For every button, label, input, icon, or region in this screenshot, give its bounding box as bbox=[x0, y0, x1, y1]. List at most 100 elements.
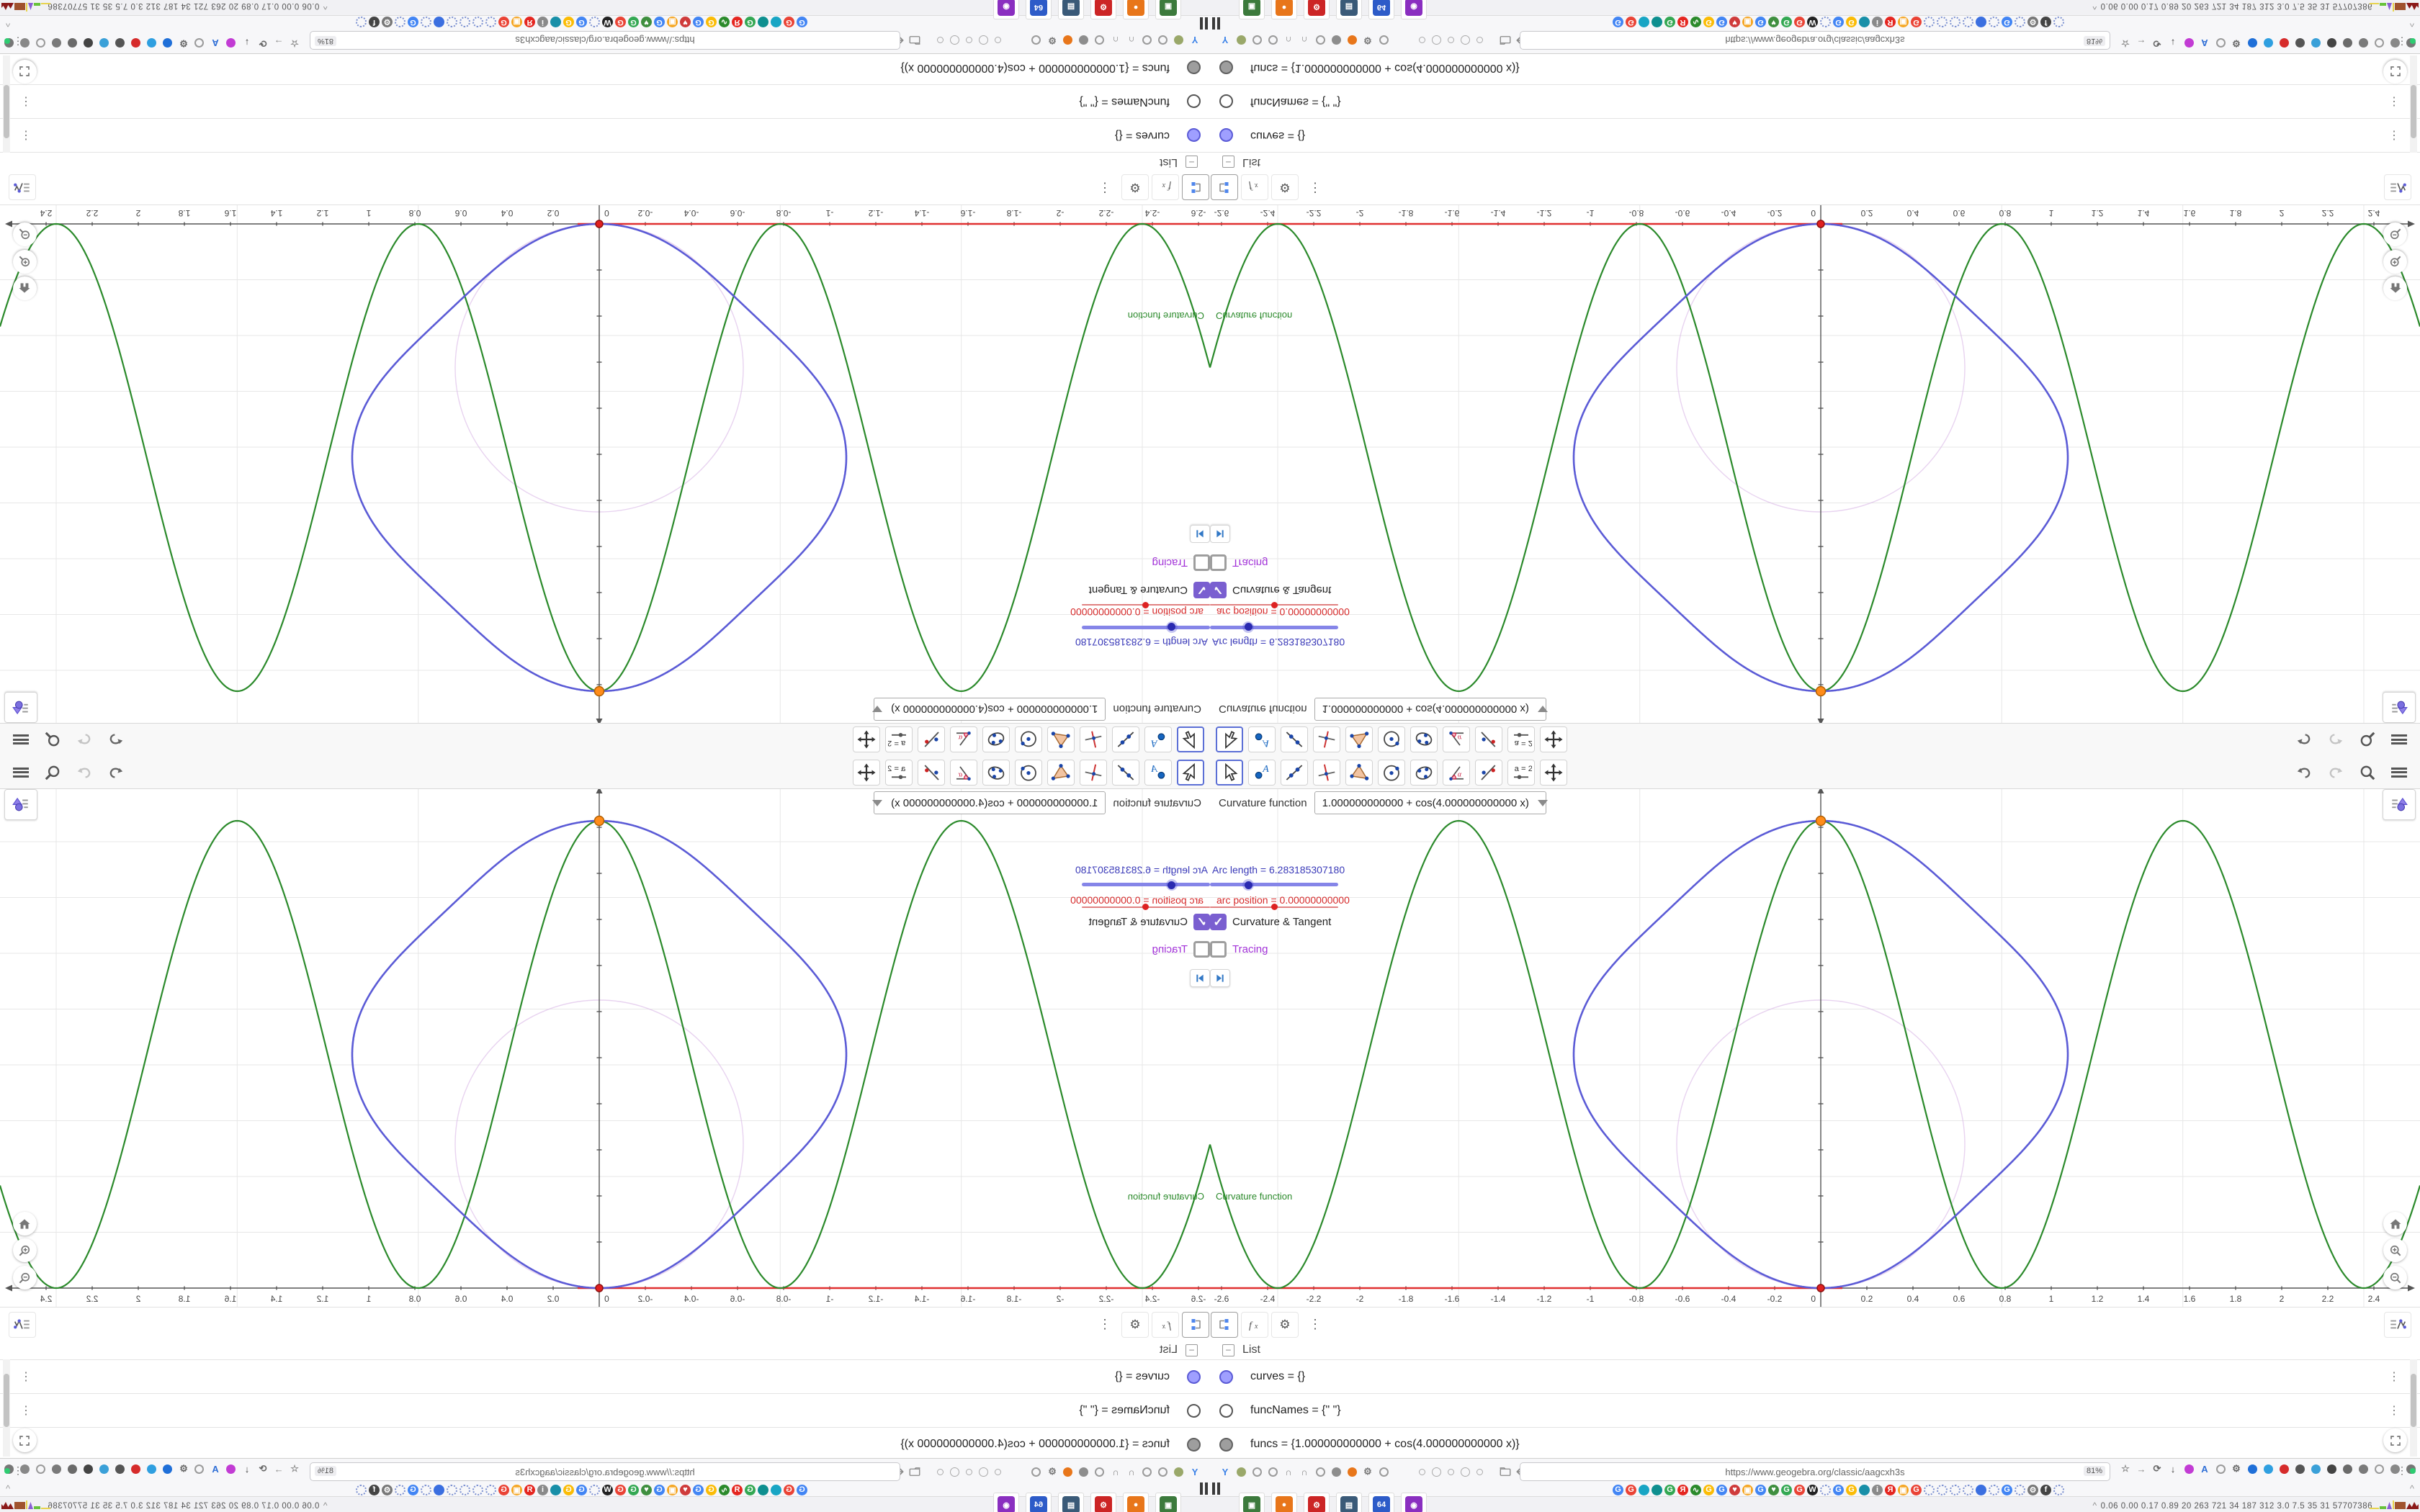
tool-line[interactable] bbox=[1281, 759, 1308, 786]
tool-line[interactable] bbox=[1112, 759, 1139, 786]
visibility-marble[interactable] bbox=[1219, 1403, 1233, 1418]
shield-icon[interactable] bbox=[66, 37, 79, 50]
image-favicon[interactable]: ▣ bbox=[1742, 1484, 1753, 1495]
tool-polygon[interactable] bbox=[1345, 759, 1373, 786]
google-favicon[interactable]: G bbox=[576, 1484, 587, 1495]
google-favicon[interactable]: G bbox=[1833, 1484, 1844, 1495]
battery-icon[interactable] bbox=[2325, 1462, 2338, 1475]
monitor-app-icon[interactable]: ▤ bbox=[1058, 1493, 1084, 1512]
gear-favicon[interactable]: ⚙ bbox=[382, 1484, 393, 1495]
search-icon[interactable] bbox=[42, 762, 63, 783]
row-more-icon[interactable]: ⋮ bbox=[2388, 94, 2400, 109]
geogebra-favicon[interactable]: ∿ bbox=[1690, 1484, 1701, 1495]
site-favicon[interactable] bbox=[589, 1484, 600, 1495]
algebra-scrollbar[interactable] bbox=[2410, 55, 2417, 153]
fullscreen-button[interactable] bbox=[2383, 60, 2407, 84]
globe-icon[interactable] bbox=[1030, 34, 1043, 47]
visibility-marble[interactable] bbox=[1219, 1437, 1233, 1452]
stylebar-more-icon[interactable]: ⋮ bbox=[1098, 1317, 1111, 1332]
globe-icon[interactable] bbox=[1141, 1465, 1154, 1478]
shield-icon[interactable] bbox=[2357, 37, 2370, 50]
forward-icon[interactable]: → bbox=[2135, 1462, 2148, 1475]
yandex-favicon[interactable]: Я bbox=[732, 17, 743, 28]
google-favicon[interactable]: G bbox=[563, 17, 574, 28]
translate-icon[interactable]: A bbox=[2198, 37, 2211, 50]
site-favicon[interactable] bbox=[421, 1484, 431, 1495]
image-favicon[interactable]: ▣ bbox=[1742, 17, 1753, 28]
gear-favicon[interactable]: ⚙ bbox=[382, 17, 393, 28]
zoom-out-button[interactable] bbox=[2383, 1266, 2407, 1290]
tool-line[interactable] bbox=[1281, 726, 1308, 753]
globe-icon[interactable] bbox=[2372, 1462, 2385, 1475]
tool-conic[interactable] bbox=[982, 759, 1010, 786]
heart-favicon[interactable]: ♥ bbox=[641, 1484, 652, 1495]
skip-to-end-button[interactable] bbox=[1190, 969, 1210, 987]
tool-reflect[interactable] bbox=[1475, 759, 1502, 786]
tool-circle[interactable] bbox=[1015, 726, 1042, 753]
url-bar[interactable]: https://www.geogebra.org/classic/aagcxh3… bbox=[310, 1462, 900, 1481]
scrollbar-thumb[interactable] bbox=[2411, 85, 2416, 138]
view-switcher-button[interactable] bbox=[9, 1311, 36, 1338]
google-favicon[interactable]: G bbox=[615, 1484, 626, 1495]
tool-polygon[interactable] bbox=[1047, 726, 1075, 753]
gear-icon[interactable]: ⚙ bbox=[2230, 37, 2243, 50]
video-dl-icon[interactable] bbox=[2262, 1462, 2275, 1475]
tool-reflect[interactable] bbox=[1475, 726, 1502, 753]
redo-arc-icon[interactable]: ∩ bbox=[1298, 34, 1311, 47]
gear-favicon[interactable]: ⚙ bbox=[2027, 1484, 2038, 1495]
gear-icon[interactable]: ⚙ bbox=[1046, 34, 1059, 47]
yandex-favicon[interactable]: Я bbox=[1677, 17, 1688, 28]
globe-icon[interactable] bbox=[1093, 34, 1106, 47]
list-header[interactable]: – List bbox=[1210, 153, 2420, 171]
geogebra-favicon[interactable]: ∿ bbox=[1690, 17, 1701, 28]
google-favicon[interactable]: G bbox=[797, 17, 807, 28]
gear-icon[interactable]: ⚙ bbox=[1046, 1465, 1059, 1478]
wikipedia-favicon[interactable]: W bbox=[1807, 1484, 1818, 1495]
gear-icon[interactable]: ⚙ bbox=[177, 37, 190, 50]
row-more-icon[interactable]: ⋮ bbox=[20, 128, 32, 143]
google-favicon[interactable]: G bbox=[1716, 17, 1727, 28]
tool-angle[interactable]: α bbox=[1443, 726, 1470, 753]
forward-icon[interactable]: → bbox=[272, 37, 285, 50]
google-favicon[interactable]: G bbox=[628, 1484, 639, 1495]
plus-circle-icon[interactable] bbox=[161, 1462, 174, 1475]
yandex-favicon[interactable]: Я bbox=[524, 17, 535, 28]
visibility-marble[interactable] bbox=[1187, 94, 1201, 109]
algebra-row[interactable]: funcs = {1.000000000000 + cos(4.00000000… bbox=[0, 51, 1210, 85]
screenshot-app-icon[interactable]: ▣ bbox=[1239, 1493, 1265, 1512]
site-favicon[interactable] bbox=[1989, 17, 1999, 28]
shield-icon[interactable] bbox=[50, 1462, 63, 1475]
monitor-app-icon[interactable]: ▤ bbox=[1058, 0, 1084, 19]
globe-color-icon[interactable] bbox=[98, 1462, 111, 1475]
site-favicon[interactable] bbox=[1820, 1484, 1831, 1495]
star-icon[interactable]: ☆ bbox=[288, 1462, 301, 1475]
arc-position-slider-knob[interactable] bbox=[1271, 602, 1278, 608]
oval-icon[interactable] bbox=[2214, 37, 2227, 50]
swirl-favicon[interactable] bbox=[550, 17, 561, 28]
algebra-row[interactable]: funcs = {1.000000000000 + cos(4.00000000… bbox=[1210, 51, 2420, 85]
site-favicon[interactable] bbox=[1924, 1484, 1935, 1495]
wrench-icon[interactable] bbox=[1077, 1465, 1090, 1478]
tool-move[interactable] bbox=[1177, 726, 1204, 753]
download-icon[interactable]: ↓ bbox=[241, 1462, 254, 1475]
globe-color-icon[interactable] bbox=[98, 37, 111, 50]
skip-to-end-button[interactable] bbox=[1210, 969, 1230, 987]
record-icon[interactable] bbox=[2277, 37, 2290, 50]
tool-conic[interactable] bbox=[1410, 759, 1438, 786]
tracing-checkbox[interactable] bbox=[1210, 941, 1227, 958]
reload-icon[interactable]: ⟳ bbox=[256, 37, 269, 50]
google-favicon[interactable]: G bbox=[628, 17, 639, 28]
google-favicon[interactable]: G bbox=[1781, 1484, 1792, 1495]
google-favicon[interactable]: G bbox=[498, 1484, 509, 1495]
forward-icon[interactable]: → bbox=[2135, 37, 2148, 50]
firefox-icon[interactable] bbox=[1062, 34, 1075, 47]
google-favicon[interactable]: G bbox=[1703, 1484, 1714, 1495]
google-favicon[interactable]: G bbox=[1664, 1484, 1675, 1495]
image-favicon[interactable]: ▣ bbox=[511, 17, 522, 28]
google-favicon[interactable]: G bbox=[784, 17, 794, 28]
circle-icon[interactable] bbox=[1234, 1465, 1247, 1478]
download-icon[interactable]: ↓ bbox=[241, 37, 254, 50]
yandex-favicon[interactable]: Я bbox=[1677, 1484, 1688, 1495]
settings-app-icon[interactable]: ⚙ bbox=[1304, 1493, 1330, 1512]
robot-app-icon[interactable]: ◉ bbox=[1401, 1493, 1427, 1512]
